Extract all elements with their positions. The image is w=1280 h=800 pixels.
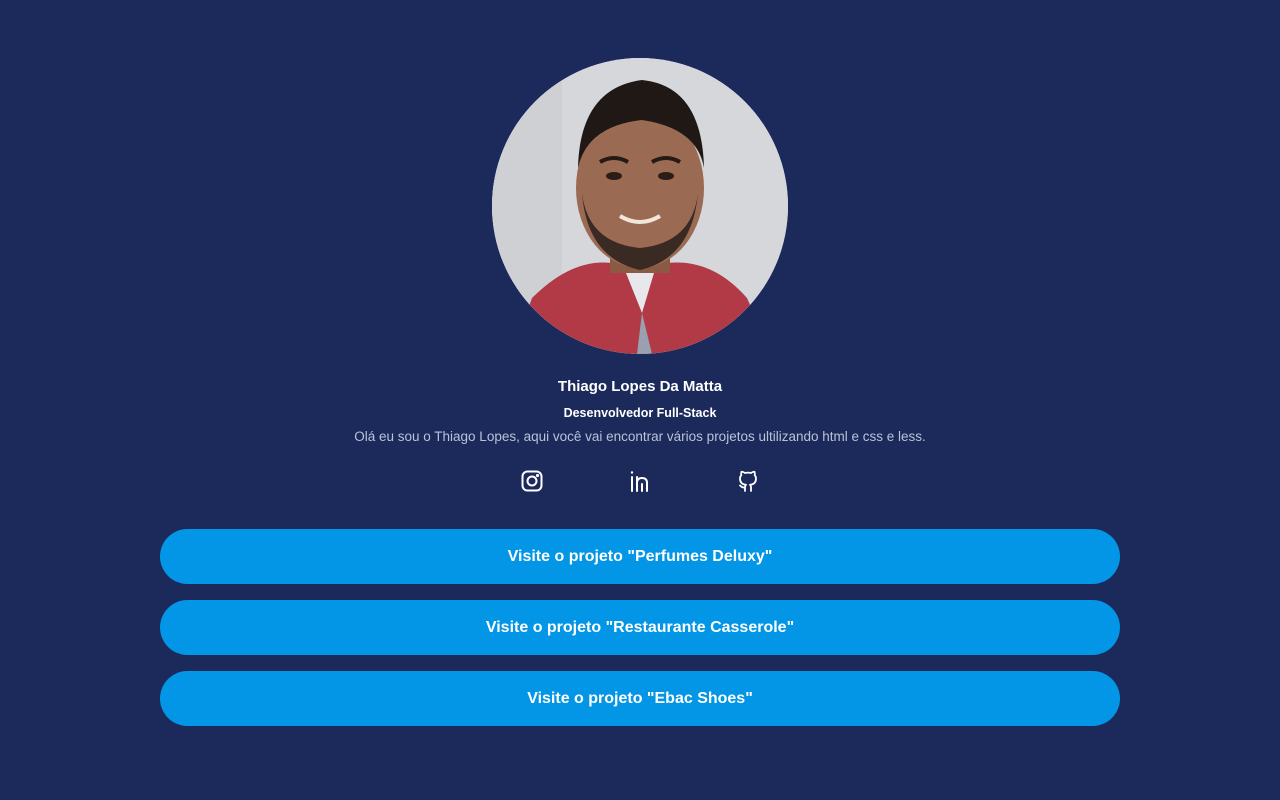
profile-photo xyxy=(492,58,788,354)
profile-name: Thiago Lopes Da Matta xyxy=(557,378,723,395)
profile-bio: Olá eu sou o Thiago Lopes, aqui você vai… xyxy=(354,429,926,444)
github-link[interactable] xyxy=(734,467,762,495)
project-button-perfumes-deluxy[interactable]: Visite o projeto "Perfumes Deluxy" xyxy=(160,529,1120,584)
project-button-ebac-shoes[interactable]: Visite o projeto "Ebac Shoes" xyxy=(160,671,1120,726)
instagram-icon xyxy=(520,469,544,493)
profile-role: Desenvolvedor Full-Stack xyxy=(563,406,717,420)
instagram-link[interactable] xyxy=(518,467,546,495)
project-button-restaurante-casserole[interactable]: Visite o projeto "Restaurante Casserole" xyxy=(160,600,1120,655)
linkedin-icon xyxy=(628,469,652,493)
profile-page: Thiago Lopes Da Matta Desenvolvedor Full… xyxy=(0,0,1280,800)
github-icon xyxy=(736,469,760,493)
linkedin-link[interactable] xyxy=(626,467,654,495)
